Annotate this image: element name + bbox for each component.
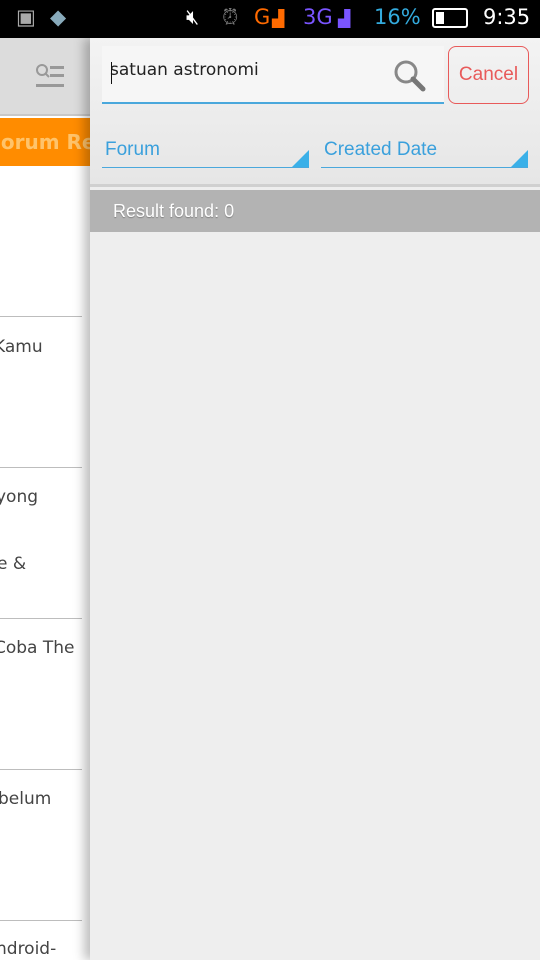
search-menu-icon[interactable]: [34, 62, 66, 92]
forum-tab[interactable]: Forum Revi: [0, 118, 90, 166]
network-type: G: [254, 5, 271, 29]
search-icon[interactable]: [392, 58, 428, 96]
search-field[interactable]: [102, 46, 444, 104]
divider: [0, 316, 82, 317]
divider: [0, 618, 82, 619]
bbm-icon: ▣: [16, 5, 36, 29]
search-header: Cancel Forum Created Date: [90, 38, 540, 185]
mute-icon: 🔇︎: [186, 5, 200, 29]
forum-dropdown[interactable]: Forum: [102, 134, 309, 168]
list-item[interactable]: Kamu: [0, 337, 43, 357]
forum-dropdown-label: Forum: [105, 139, 160, 160]
signal-icon: ▟: [272, 9, 285, 28]
dropdown-arrow-icon: [292, 150, 309, 167]
list-item[interactable]: e &: [0, 554, 26, 574]
list-item[interactable]: belum: [0, 789, 51, 809]
clock: 9:35: [483, 5, 531, 29]
divider: [0, 467, 82, 468]
left-header: [0, 38, 90, 116]
search-input[interactable]: [110, 60, 380, 80]
divider: [0, 920, 82, 921]
alarm-icon: ⏰︎: [222, 5, 239, 29]
sort-dropdown[interactable]: Created Date: [321, 134, 528, 168]
battery-icon: [432, 8, 468, 28]
divider: [90, 184, 540, 187]
list-item[interactable]: Coba The: [0, 638, 75, 658]
divider: [0, 769, 82, 770]
battery-percent: 16%: [374, 5, 421, 29]
result-count: Result found: 0: [90, 190, 540, 232]
text-caret: [111, 62, 112, 84]
dropdown-arrow-icon: [511, 150, 528, 167]
status-bar: ▣ ◆ 🔇︎ ⏰︎ G ▟ 3G ▟ 16% 9:35: [0, 0, 540, 38]
list-item[interactable]: ndroid-: [0, 939, 56, 959]
signal-icon-2: ▟: [338, 9, 351, 28]
network-type-2: 3G: [303, 5, 333, 29]
sort-dropdown-label: Created Date: [324, 139, 438, 160]
app-icon: ◆: [50, 5, 67, 29]
list-item[interactable]: yong: [0, 487, 38, 507]
search-panel: Cancel Forum Created Date Result found: …: [90, 38, 540, 960]
forum-list-panel: Forum Revi Kamu yong e & Coba The belum …: [0, 38, 90, 960]
cancel-button[interactable]: Cancel: [448, 46, 529, 104]
